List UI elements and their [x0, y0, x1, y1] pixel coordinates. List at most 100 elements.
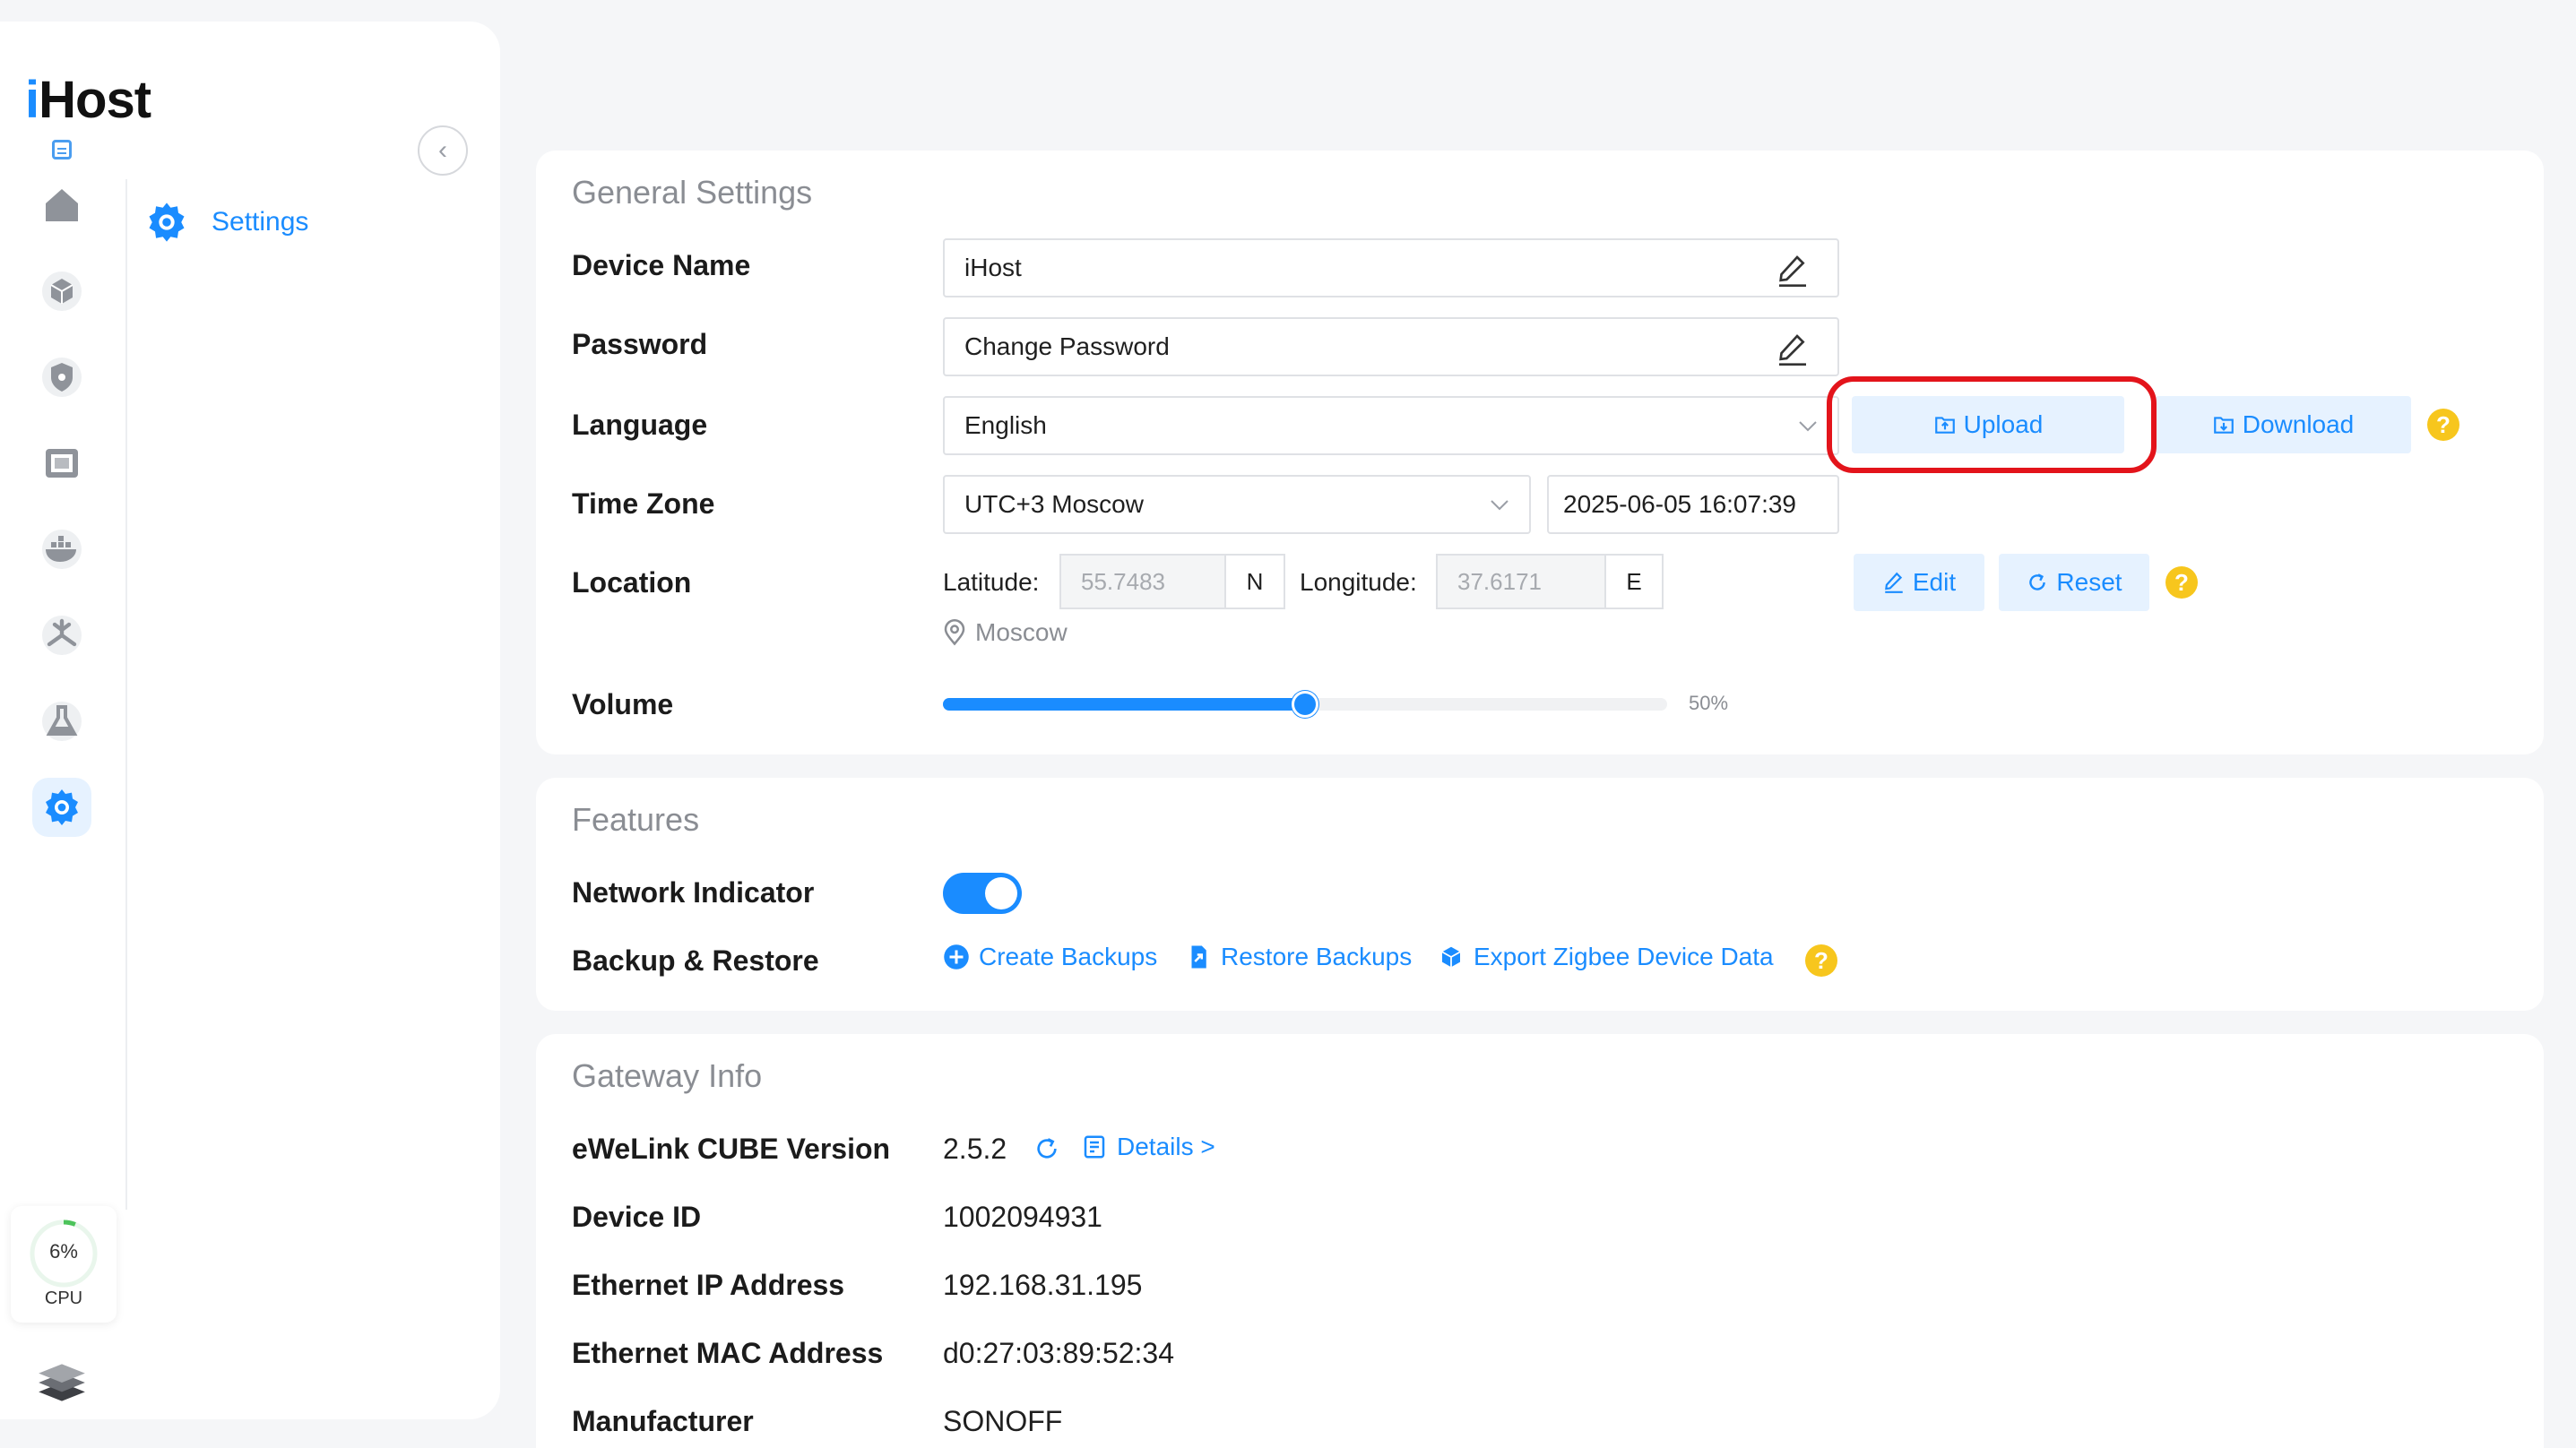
reset-label: Reset: [2056, 568, 2122, 596]
device-name-label: Device Name: [572, 249, 751, 281]
device-name-field[interactable]: iHost: [943, 238, 1839, 297]
edit-icon: [1884, 572, 1903, 593]
download-file-icon: [2213, 417, 2234, 434]
chevron-down-icon: [1491, 500, 1508, 511]
zigbee-cube-icon: [1441, 946, 1461, 968]
edit-pencil-icon[interactable]: [1775, 253, 1811, 289]
time-zone-select[interactable]: UTC+3 Moscow: [943, 475, 1531, 534]
nav-settings[interactable]: [32, 778, 91, 837]
export-zigbee-label: Export Zigbee Device Data: [1474, 943, 1774, 970]
features-card: Features Network Indicator Backup & Rest…: [536, 778, 2544, 1011]
edit-pencil-icon[interactable]: [1775, 332, 1811, 367]
device-name-value: iHost: [964, 254, 1022, 281]
automation-icon: [42, 616, 82, 655]
device-id-label: Device ID: [572, 1201, 702, 1233]
network-indicator-label: Network Indicator: [572, 876, 815, 909]
layers-icon[interactable]: [34, 1355, 90, 1410]
sidebar: iHost ‹ Settings 6% CPU: [0, 22, 500, 1419]
volume-value: 50%: [1689, 692, 1729, 714]
device-badge-icon: [52, 140, 72, 159]
password-field[interactable]: Change Password: [943, 317, 1839, 376]
restore-backups-label: Restore Backups: [1221, 943, 1413, 970]
edit-location-button[interactable]: Edit: [1854, 554, 1984, 611]
manufacturer-value: SONOFF: [943, 1405, 1063, 1437]
nav-devices[interactable]: [32, 262, 91, 321]
volume-label: Volume: [572, 688, 674, 720]
create-backups-label: Create Backups: [979, 943, 1158, 970]
reset-icon: [2029, 573, 2046, 590]
latitude-label: Latitude:: [943, 568, 1040, 596]
language-help-icon[interactable]: ?: [2427, 409, 2459, 441]
home-icon: [46, 189, 78, 221]
ethernet-ip-label: Ethernet IP Address: [572, 1269, 845, 1301]
language-value: English: [964, 411, 1047, 439]
nav-docker[interactable]: [32, 520, 91, 579]
download-button[interactable]: Download: [2155, 396, 2411, 453]
volume-slider-fill: [943, 698, 1305, 711]
edit-label: Edit: [1912, 568, 1957, 596]
nav-automation[interactable]: [32, 606, 91, 665]
time-zone-value: UTC+3 Moscow: [964, 490, 1144, 518]
location-city: Moscow: [943, 618, 1068, 647]
section-title-general: General Settings: [572, 174, 813, 211]
version-label: eWeLink CUBE Version: [572, 1133, 891, 1165]
language-select[interactable]: English: [943, 396, 1839, 455]
plus-circle-icon: [944, 944, 969, 970]
date-time-field[interactable]: 2025-06-05 16:07:39: [1547, 475, 1839, 534]
refresh-icon[interactable]: [1033, 1134, 1061, 1163]
volume-slider[interactable]: [943, 691, 1667, 718]
document-icon: [1084, 1135, 1105, 1159]
password-label: Password: [572, 328, 708, 360]
reset-location-button[interactable]: Reset: [1999, 554, 2149, 611]
cpu-usage-card[interactable]: 6% CPU: [11, 1206, 117, 1323]
rail-divider: [125, 179, 127, 1210]
volume-slider-thumb[interactable]: [1292, 691, 1318, 718]
download-label: Download: [2242, 410, 2355, 438]
display-icon: [46, 449, 78, 478]
password-value: Change Password: [964, 332, 1170, 360]
gateway-info-card: Gateway Info eWeLink CUBE Version 2.5.2 …: [536, 1034, 2544, 1448]
nav-display[interactable]: [32, 434, 91, 493]
upload-highlight-annotation: [1827, 376, 2157, 473]
general-settings-card: General Settings Device Name iHost Passw…: [536, 151, 2544, 754]
app-logo: iHost: [25, 71, 151, 129]
location-help-icon[interactable]: ?: [2165, 566, 2198, 599]
latitude-input[interactable]: 55.7483: [1059, 554, 1226, 609]
restore-file-icon: [1191, 945, 1206, 969]
chevron-left-icon: ‹: [438, 135, 447, 165]
nav-security[interactable]: [32, 348, 91, 407]
backup-help-icon[interactable]: ?: [1805, 944, 1837, 977]
ethernet-mac-label: Ethernet MAC Address: [572, 1337, 884, 1369]
cpu-label: CPU: [44, 1289, 83, 1308]
language-label: Language: [572, 409, 708, 441]
details-label: Details >: [1117, 1133, 1215, 1160]
nav-lab[interactable]: [32, 692, 91, 751]
docker-icon: [42, 530, 82, 569]
section-title-features: Features: [572, 801, 700, 838]
longitude-label: Longitude:: [1300, 568, 1417, 596]
create-backups-link[interactable]: Create Backups: [943, 943, 1157, 971]
version-value: 2.5.2: [943, 1133, 1007, 1165]
date-time-value: 2025-06-05 16:07:39: [1563, 490, 1796, 518]
longitude-unit: E: [1604, 554, 1664, 609]
version-details-link[interactable]: Details >: [1081, 1133, 1215, 1161]
location-label: Location: [572, 566, 692, 599]
time-zone-label: Time Zone: [572, 487, 715, 520]
longitude-input[interactable]: 37.6171: [1436, 554, 1606, 609]
latitude-unit: N: [1224, 554, 1285, 609]
restore-backups-link[interactable]: Restore Backups: [1185, 943, 1412, 971]
export-zigbee-link[interactable]: Export Zigbee Device Data: [1438, 943, 1774, 971]
section-title-gateway: Gateway Info: [572, 1057, 763, 1094]
chevron-down-icon: [1799, 421, 1817, 432]
nav-home[interactable]: [32, 176, 91, 235]
cpu-value: 6%: [49, 1240, 78, 1263]
shield-icon: [42, 358, 82, 397]
network-indicator-toggle[interactable]: [943, 873, 1022, 914]
settings-menu-item[interactable]: Settings: [143, 199, 308, 246]
device-id-value: 1002094931: [943, 1201, 1102, 1233]
manufacturer-label: Manufacturer: [572, 1405, 754, 1437]
lab-icon: [42, 702, 82, 741]
collapse-sidebar-button[interactable]: ‹: [418, 125, 468, 176]
ethernet-ip-value: 192.168.31.195: [943, 1269, 1143, 1301]
gear-icon: [149, 203, 185, 242]
